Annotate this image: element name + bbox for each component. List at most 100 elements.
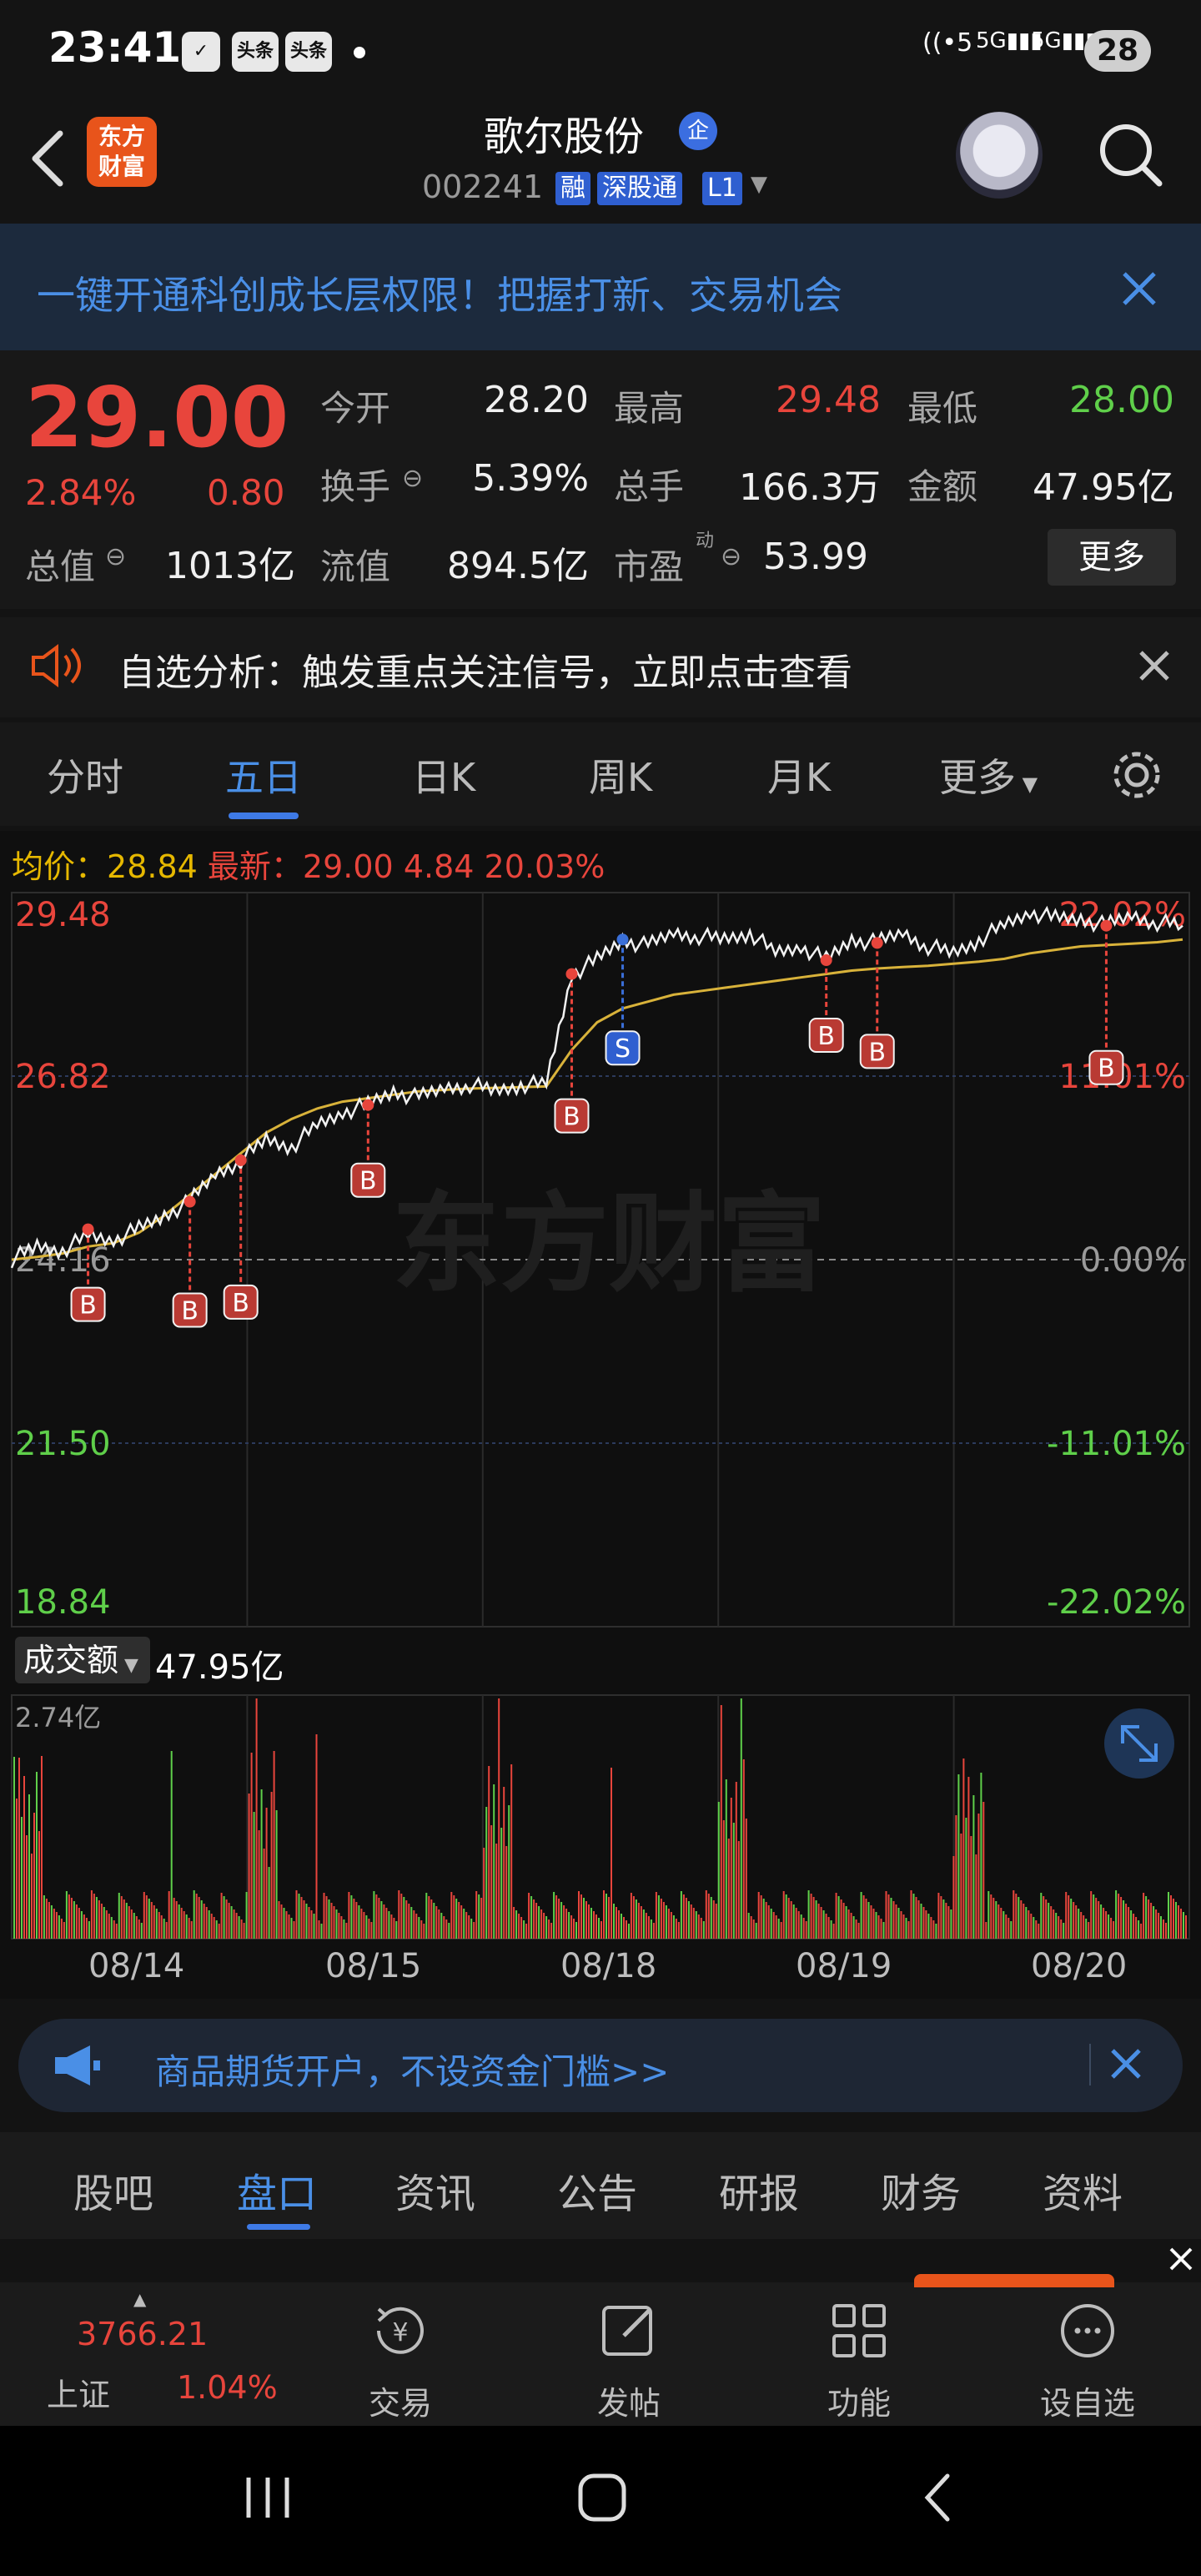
volume-bar	[43, 1895, 45, 1939]
volume-bar	[448, 1923, 450, 1939]
y-right-label: -22.02%	[1047, 1583, 1186, 1622]
expand-button[interactable]	[1104, 1708, 1174, 1779]
volume-bar	[570, 1915, 573, 1939]
volume-bar	[608, 1897, 610, 1939]
tab-more-label: 更多	[939, 755, 1016, 800]
volume-bar	[1020, 1900, 1023, 1939]
info-icon[interactable]: ⊖	[402, 464, 423, 493]
volume-selector[interactable]: 成交额 ▼	[15, 1637, 150, 1683]
volume-bar	[722, 1820, 725, 1939]
volume-bar	[320, 1924, 323, 1939]
megaphone-icon	[52, 2044, 103, 2090]
dropdown-arrow-icon[interactable]: ▼	[751, 172, 767, 197]
volume-bar	[305, 1904, 308, 1939]
settings-button[interactable]	[1108, 746, 1166, 808]
volume-bar	[385, 1908, 388, 1939]
volume-bar	[518, 1914, 520, 1939]
volume-bar	[260, 1789, 263, 1939]
banner-close-button[interactable]	[1104, 2042, 1148, 2089]
tab-research[interactable]: 研报	[719, 2161, 799, 2219]
volume-bar	[533, 1899, 535, 1939]
open-label: 今开	[320, 388, 391, 429]
volume-bar	[455, 1899, 458, 1939]
tab-weekly-k[interactable]: 周K	[589, 747, 652, 802]
volume-bar	[687, 1901, 690, 1939]
tab-more[interactable]: 更多 ▼	[939, 747, 1038, 802]
volume-bar	[940, 1896, 942, 1939]
app-logo[interactable]: 东方 财富	[87, 117, 157, 187]
post-label[interactable]: 发帖	[579, 2377, 679, 2423]
tab-news[interactable]: 资讯	[395, 2161, 475, 2219]
more-button[interactable]: 更多	[1048, 529, 1176, 586]
volume-bar	[1033, 1917, 1035, 1939]
price-chart[interactable]: 东方财富 29.4822.02%26.8211.01%24.160.00%21.…	[0, 889, 1201, 1632]
assistant-robot-icon[interactable]	[956, 112, 1043, 199]
tab-order-book[interactable]: 盘口	[237, 2161, 317, 2219]
home-button[interactable]	[575, 2471, 629, 2528]
tab-announcements[interactable]: 公告	[557, 2161, 637, 2219]
analysis-close-button[interactable]	[1131, 642, 1178, 692]
search-button[interactable]	[1093, 117, 1168, 192]
add-watchlist-label[interactable]: 设自选	[1038, 2377, 1138, 2423]
volume-bar	[987, 1891, 990, 1939]
post-icon[interactable]	[595, 2297, 662, 2364]
functions-label[interactable]: 功能	[809, 2377, 909, 2423]
trade-icon[interactable]: ¥	[367, 2297, 434, 2364]
toolbar-close-button[interactable]	[1166, 2244, 1196, 2277]
volume-bar	[1008, 1918, 1010, 1939]
banner-text[interactable]: 商品期货开户，不设资金门槛>>	[155, 2044, 669, 2095]
marker-dot	[1100, 919, 1113, 932]
add-watchlist-icon[interactable]	[1054, 2297, 1121, 2364]
analysis-text[interactable]: 自选分析：触发重点关注信号，立即点击查看	[118, 642, 852, 696]
volume-bar	[483, 1848, 485, 1939]
volume-bar	[760, 1895, 762, 1939]
volume-bar	[350, 1895, 353, 1939]
recents-button[interactable]	[239, 2473, 297, 2526]
x-date-label: 08/15	[325, 1947, 422, 1985]
volume-bar	[637, 1903, 640, 1939]
volume-bar	[548, 1919, 550, 1939]
trade-label[interactable]: 交易	[350, 2377, 450, 2423]
index-value[interactable]: 3766.21	[77, 2316, 208, 2352]
tab-monthly-k[interactable]: 月K	[767, 747, 831, 802]
volume-chart[interactable]: 2.74亿	[0, 1693, 1201, 1944]
tab-profile[interactable]: 资料	[1043, 2161, 1123, 2219]
volume-bar	[488, 1766, 490, 1939]
volume-bar	[1000, 1908, 1003, 1939]
tab-financials[interactable]: 财务	[881, 2161, 961, 2219]
volume-bar	[852, 1916, 855, 1939]
volume-bar	[1120, 1897, 1123, 1939]
volume-bar	[83, 1914, 85, 1939]
volume-bar	[752, 1919, 755, 1939]
tab-five-day[interactable]: 五日	[225, 747, 302, 802]
tab-daily-k[interactable]: 日K	[412, 747, 475, 802]
volume-bar	[210, 1914, 213, 1939]
volume-bar	[545, 1916, 548, 1939]
volume-label: 总手	[614, 466, 685, 507]
volume-bar	[782, 1891, 785, 1939]
functions-icon[interactable]	[826, 2297, 892, 2364]
index-pct[interactable]: 1.04%	[177, 2369, 278, 2406]
battery-icon: 28	[1084, 30, 1151, 72]
index-name[interactable]: 上证	[47, 2369, 110, 2415]
volume-bar	[762, 1899, 765, 1939]
promo-text[interactable]: 一键开通科创成长层权限！把握打新、交易机会	[37, 265, 842, 320]
orange-tab-peek[interactable]	[914, 2274, 1114, 2287]
volume-bar	[463, 1909, 465, 1939]
volume-bar	[503, 1787, 505, 1939]
volume-bar	[308, 1907, 310, 1939]
info-icon[interactable]: ⊖	[721, 542, 741, 571]
volume-bar	[280, 1904, 283, 1939]
system-back-button[interactable]	[917, 2471, 959, 2528]
promo-close-button[interactable]	[1114, 264, 1164, 314]
volume-bar	[862, 1895, 865, 1939]
amount-label: 金额	[907, 466, 978, 507]
chevron-up-icon[interactable]: ▲	[133, 2289, 146, 2309]
volume-bar	[38, 1831, 40, 1939]
marker-label: B	[563, 1103, 580, 1132]
tab-forum[interactable]: 股吧	[73, 2161, 153, 2219]
tab-intraday[interactable]: 分时	[47, 747, 123, 802]
turnover-value: 5.39%	[472, 457, 589, 500]
back-button[interactable]	[22, 125, 80, 192]
info-icon[interactable]: ⊖	[105, 542, 126, 571]
